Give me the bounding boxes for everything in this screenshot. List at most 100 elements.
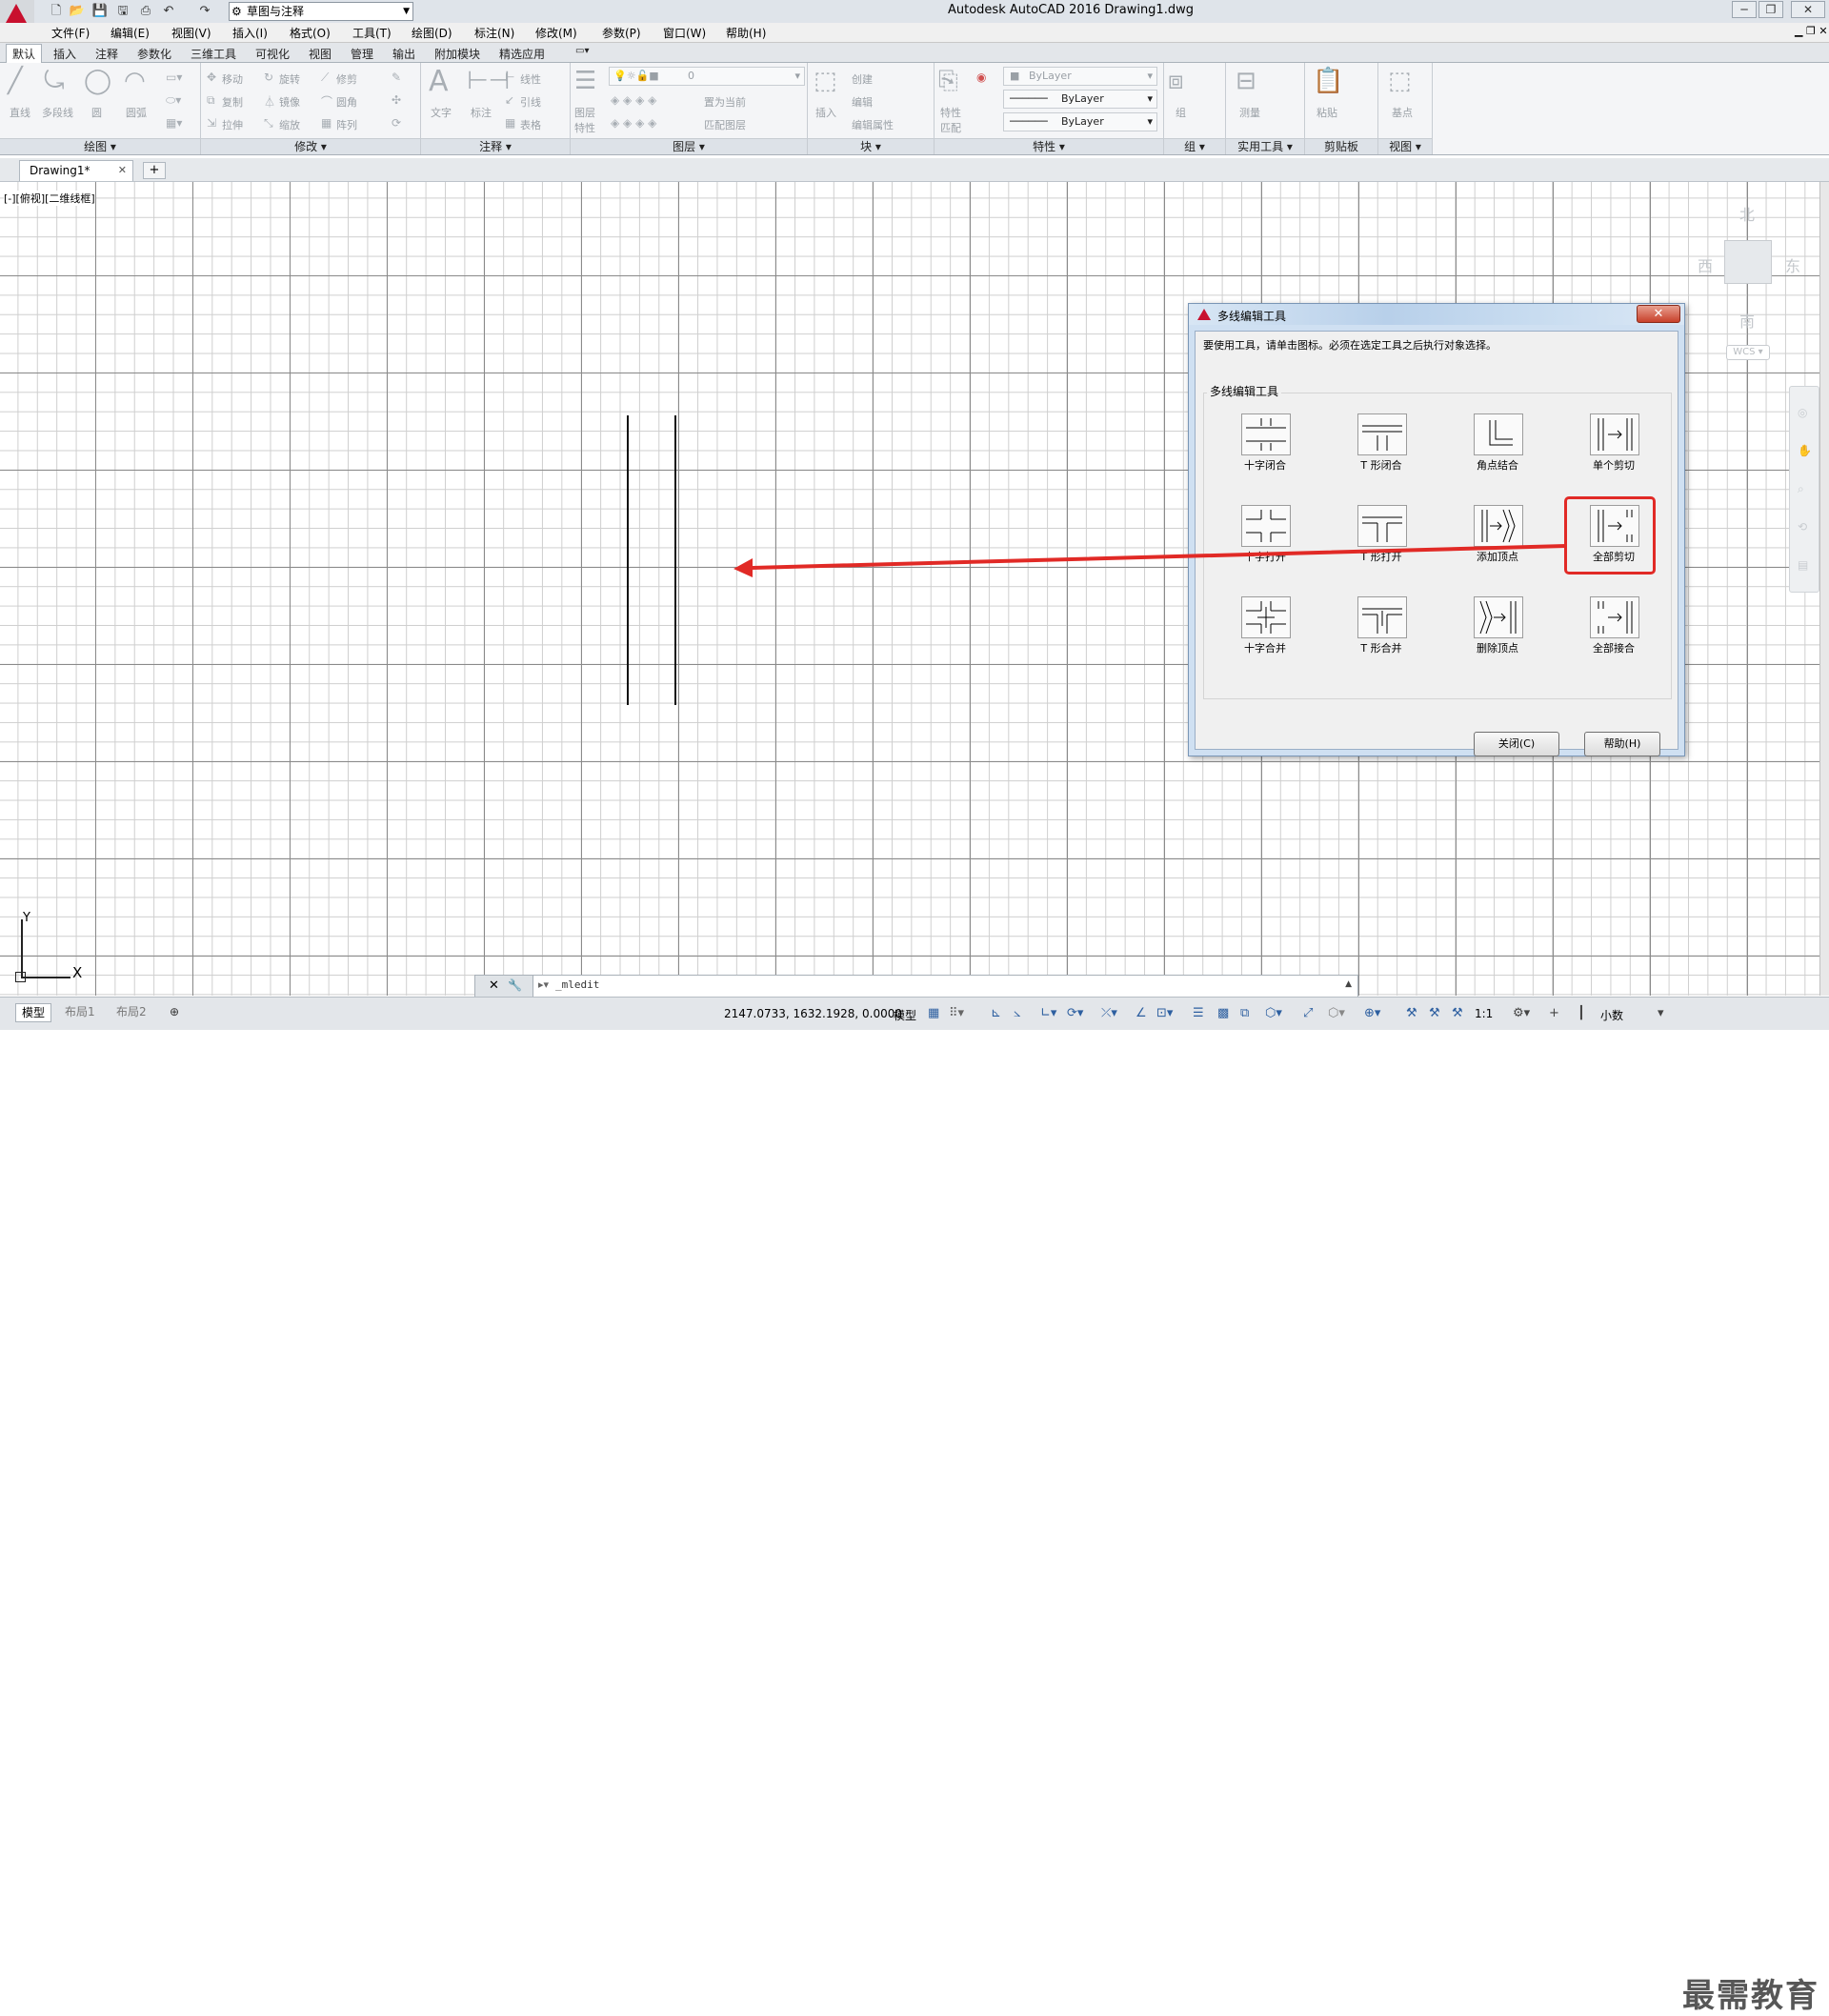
help-button[interactable]: 帮助(H): [1584, 732, 1660, 756]
snap-icon[interactable]: ⠿▾: [949, 1006, 964, 1020]
transparency-icon[interactable]: ▩: [1217, 1006, 1229, 1020]
group-icon[interactable]: ⧈: [1168, 67, 1184, 96]
steering-wheel-icon[interactable]: ◎: [1798, 406, 1807, 419]
viewcube-north[interactable]: 北: [1739, 202, 1755, 225]
tool-open-cross[interactable]: 十字打开: [1218, 499, 1304, 572]
layout-tab-model[interactable]: 模型: [15, 1003, 52, 1022]
rectangle-icon[interactable]: ▭▾: [166, 71, 182, 84]
panel-group-title[interactable]: 组 ▾: [1164, 138, 1225, 154]
units-value[interactable]: 小数: [1600, 1007, 1623, 1023]
color-wheel-icon[interactable]: ◉: [976, 71, 986, 84]
tab-visualize[interactable]: 可视化: [255, 46, 290, 62]
3d-osnap-icon[interactable]: ⬡▾: [1265, 1006, 1282, 1020]
leader-icon[interactable]: ↙: [505, 93, 514, 107]
new-file-icon[interactable]: 🗋: [48, 3, 65, 20]
tool-cut-single[interactable]: 单个剪切: [1567, 408, 1653, 480]
panel-block-title[interactable]: 块 ▾: [808, 138, 934, 154]
hatch-icon[interactable]: ▦▾: [166, 116, 182, 130]
menu-modify[interactable]: 修改(M): [535, 25, 577, 41]
layer-dropdown[interactable]: 💡☼🔓■ 0 ▾: [609, 67, 805, 86]
dynamic-input-icon[interactable]: ⊡▾: [1156, 1006, 1173, 1020]
dynamic-ucs2-icon[interactable]: ⤢: [1303, 1006, 1313, 1020]
undo-icon[interactable]: ↶: [160, 3, 177, 20]
mirror-icon[interactable]: ⏃: [264, 93, 275, 110]
tool-closed-cross[interactable]: 十字闭合: [1218, 408, 1304, 480]
dimension-icon[interactable]: ⊢⊣: [467, 67, 510, 95]
layer-tools-icon[interactable]: ◈ ◈ ◈ ◈: [611, 93, 656, 107]
array-icon[interactable]: ▦: [321, 116, 332, 130]
polyline-icon[interactable]: ⤿: [44, 67, 65, 96]
panel-annotation-title[interactable]: 注释 ▾: [421, 138, 570, 154]
explode-icon[interactable]: ✣: [392, 93, 401, 107]
tab-annotate[interactable]: 注释: [95, 46, 118, 62]
isodraft-icon[interactable]: ∟▾: [1040, 1006, 1056, 1020]
tab-manage[interactable]: 管理: [351, 46, 373, 62]
tool-corner-joint[interactable]: 角点结合: [1451, 408, 1537, 480]
menu-window[interactable]: 窗口(W): [663, 25, 706, 41]
move-icon[interactable]: ✥: [207, 71, 216, 84]
close-icon[interactable]: ✕: [118, 164, 127, 176]
zoom-icon[interactable]: ⌕: [1798, 482, 1804, 496]
circle-icon[interactable]: ◯: [84, 67, 111, 95]
layer-properties-icon[interactable]: ☰: [574, 67, 596, 95]
selection-cycling-icon[interactable]: ⧉: [1240, 1006, 1249, 1020]
fillet-icon[interactable]: ⌒: [321, 93, 332, 110]
multiline-left[interactable]: [627, 415, 629, 705]
plus-icon[interactable]: +: [1549, 1006, 1559, 1020]
rotate-icon[interactable]: ↻: [264, 71, 273, 84]
selection-filter-icon[interactable]: ⬡▾: [1328, 1006, 1345, 1020]
auto-scale-icon[interactable]: ⚒: [1429, 1006, 1440, 1020]
offset-icon[interactable]: ⟳: [392, 116, 401, 130]
lineweight-dropdown[interactable]: ────── ByLayer ▾: [1003, 112, 1157, 131]
tab-featured-apps[interactable]: 精选应用: [499, 46, 545, 62]
navigation-bar[interactable]: ◎ ✋ ⌕ ⟲ ▤: [1789, 386, 1819, 593]
match-properties-icon[interactable]: ⎘: [938, 67, 958, 96]
tool-add-vertex[interactable]: 添加顶点: [1451, 499, 1537, 572]
table-icon[interactable]: ▦: [505, 116, 515, 130]
new-tab-button[interactable]: +: [143, 162, 166, 179]
annotation-visibility-icon[interactable]: ⚒: [1406, 1006, 1417, 1020]
open-file-icon[interactable]: 📂: [69, 3, 86, 20]
tab-addins[interactable]: 附加模块: [434, 46, 480, 62]
layer-tools2-icon[interactable]: ◈ ◈ ◈ ◈: [611, 116, 656, 130]
layout-tab-1[interactable]: 布局1: [59, 1003, 101, 1020]
annotation-scale-value[interactable]: 1:1: [1475, 1007, 1493, 1020]
menu-format[interactable]: 格式(O): [290, 25, 331, 41]
menu-tools[interactable]: 工具(T): [352, 25, 392, 41]
erase-icon[interactable]: ✎: [392, 71, 401, 84]
tool-merged-tee[interactable]: T 形合并: [1335, 591, 1420, 663]
viewcube-top-face[interactable]: [1724, 240, 1772, 284]
multiline-right[interactable]: [674, 415, 676, 705]
tab-view[interactable]: 视图: [309, 46, 332, 62]
close-window-button[interactable]: ✕: [1791, 1, 1825, 18]
chevron-up-icon[interactable]: ▲: [1345, 979, 1352, 989]
arc-icon[interactable]: ◠: [124, 67, 146, 95]
object-snap-tracking-icon[interactable]: ⟳▾: [1067, 1006, 1083, 1020]
viewcube-south[interactable]: 南: [1739, 309, 1755, 332]
polar-icon[interactable]: ⦣: [1014, 1006, 1020, 1020]
wrench-icon[interactable]: 🔧: [508, 978, 522, 992]
menu-edit[interactable]: 编辑(E): [111, 25, 150, 41]
scale-icon[interactable]: ⤡: [264, 116, 273, 131]
file-tab-drawing1[interactable]: Drawing1* ✕: [19, 160, 133, 181]
save-as-icon[interactable]: 🖫: [114, 3, 131, 20]
save-icon[interactable]: 💾: [91, 3, 109, 20]
orbit-icon[interactable]: ⟲: [1798, 520, 1807, 534]
tab-output[interactable]: 输出: [392, 46, 415, 62]
menu-help[interactable]: 帮助(H): [726, 25, 766, 41]
grid-icon[interactable]: ▦: [928, 1006, 939, 1020]
menu-insert[interactable]: 插入(I): [232, 25, 268, 41]
lineweight-icon[interactable]: ☰: [1193, 1006, 1204, 1020]
linetype-dropdown[interactable]: ────── ByLayer ▾: [1003, 90, 1157, 109]
base-view-icon[interactable]: ⬚: [1388, 67, 1412, 95]
menu-draw[interactable]: 绘图(D): [412, 25, 452, 41]
tab-3d-tools[interactable]: 三维工具: [191, 46, 236, 62]
workspace-switch-icon[interactable]: ⚙▾: [1513, 1006, 1530, 1020]
pan-icon[interactable]: ✋: [1798, 444, 1812, 457]
match-layer-label[interactable]: 匹配图层: [704, 117, 746, 132]
osnap-icon[interactable]: ⤫▾: [1101, 1006, 1117, 1020]
layout-tab-2[interactable]: 布局2: [111, 1003, 152, 1020]
color-dropdown[interactable]: ■ ByLayer ▾: [1003, 67, 1157, 86]
ribbon-toggle-icon[interactable]: ▭▾: [575, 46, 589, 56]
panel-properties-title[interactable]: 特性 ▾: [935, 138, 1163, 154]
